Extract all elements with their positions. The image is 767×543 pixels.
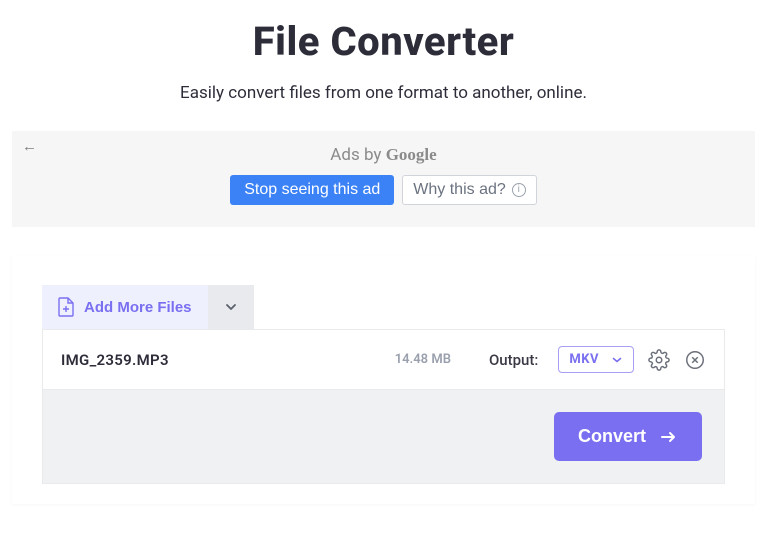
output-label: Output: — [489, 351, 538, 369]
converter-card: Add More Files IMG_2359.MP3 14.48 MB Out… — [12, 255, 755, 504]
add-files-dropdown-button[interactable] — [208, 285, 254, 329]
chevron-down-icon — [224, 300, 238, 314]
ad-back-arrow-icon[interactable]: ← — [22, 139, 37, 154]
add-more-files-label: Add More Files — [84, 299, 192, 316]
stop-seeing-ad-button[interactable]: Stop seeing this ad — [230, 175, 394, 205]
ad-container: ← Ads by Google Stop seeing this ad Why … — [12, 131, 755, 227]
google-logo-text: Google — [386, 145, 437, 164]
convert-label: Convert — [578, 426, 646, 447]
action-bar: Convert — [42, 390, 725, 484]
convert-button[interactable]: Convert — [554, 412, 702, 461]
ads-by-prefix: Ads by — [330, 145, 385, 165]
page-title: File Converter — [0, 18, 767, 65]
why-this-ad-label: Why this ad? — [413, 181, 505, 199]
file-remove-button[interactable] — [684, 349, 706, 371]
file-row: IMG_2359.MP3 14.48 MB Output: MKV — [42, 329, 725, 390]
arrow-right-icon — [658, 427, 678, 447]
file-size: 14.48 MB — [395, 352, 451, 367]
info-icon: i — [512, 183, 526, 197]
ads-by-label: Ads by Google — [22, 145, 745, 165]
why-this-ad-button[interactable]: Why this ad? i — [402, 175, 536, 205]
close-circle-icon — [684, 349, 706, 371]
output-format-value: MKV — [569, 352, 599, 367]
gear-icon — [648, 349, 670, 371]
page-subtitle: Easily convert files from one format to … — [0, 83, 767, 103]
add-file-icon — [58, 297, 74, 317]
file-settings-button[interactable] — [648, 349, 670, 371]
output-format-select[interactable]: MKV — [558, 346, 634, 373]
chevron-down-icon — [611, 354, 623, 366]
add-more-files-button[interactable]: Add More Files — [42, 285, 208, 329]
file-name: IMG_2359.MP3 — [61, 351, 381, 369]
